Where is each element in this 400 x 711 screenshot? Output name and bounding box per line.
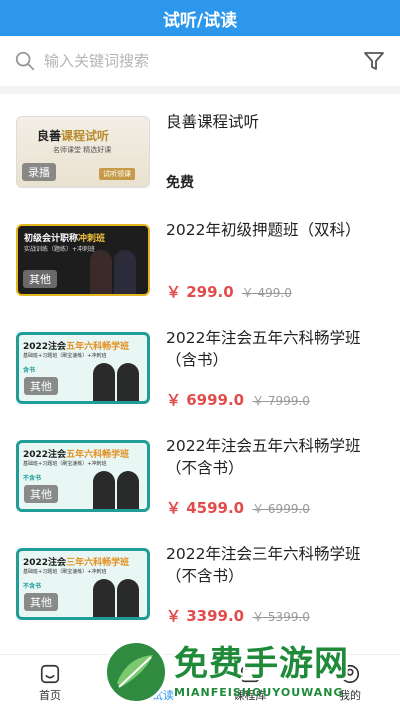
course-title: 良善课程试听: [166, 113, 260, 131]
course-thumbnail: 初级会计职称冲刺班 实战训练（题练）+冲刺班 其他: [16, 224, 150, 296]
page-title: 试听/试读: [162, 10, 238, 31]
course-item[interactable]: 2022注会五年六科畅学班 基础班+习题班（刷宝速练）+冲刺班 不含书 其他 2…: [0, 426, 400, 534]
price-row: ￥ 4599.0 ￥ 6999.0: [166, 497, 310, 518]
course-thumbnail: 良善课程试听 名师课堂 精选好课 试听领课 录播: [16, 116, 150, 188]
page-header: 试听/试读: [0, 0, 400, 36]
book-icon: [141, 664, 159, 684]
home-icon: [40, 664, 60, 684]
bottom-nav: 首页 试听/试读 课程库 我的: [0, 654, 400, 711]
library-icon: [240, 665, 260, 683]
thumb-headline: 良善课程试听: [37, 129, 110, 143]
current-price: ￥ 4599.0: [166, 499, 245, 517]
current-price: ￥ 299.0: [166, 283, 234, 301]
course-thumbnail: 2022注会三年六科畅学班 基础班+习题班（刷宝速练）+冲刺班 不含书 其他: [16, 548, 150, 620]
original-price: ￥ 5399.0: [252, 610, 310, 624]
thumb-headline: 2022注会五年六科畅学班: [23, 342, 130, 352]
course-title: 2022年初级押题班（双科）: [166, 221, 361, 239]
nav-label: 课程库: [233, 689, 267, 702]
nav-item-library[interactable]: 课程库: [200, 655, 300, 711]
course-thumbnail: 2022注会五年六科畅学班 基础班+习题班（刷宝速练）+冲刺班 含书 其他: [16, 332, 150, 404]
thumb-button: 试听领课: [99, 168, 135, 180]
teacher-photo: [93, 363, 115, 401]
original-price: ￥ 7999.0: [252, 394, 310, 408]
course-type-tag: 其他: [24, 485, 58, 503]
user-icon: [340, 664, 360, 684]
teacher-photo: [93, 471, 115, 509]
thumb-headline: 2022注会三年六科畅学班: [23, 558, 130, 568]
thumb-subtitle: 名师课堂 精选好课: [53, 146, 112, 154]
price-row: ￥ 3399.0 ￥ 5399.0: [166, 605, 310, 626]
course-item[interactable]: 良善课程试听 名师课堂 精选好课 试听领课 录播 良善课程试听 免费: [0, 102, 400, 210]
nav-label: 试听/试读: [126, 689, 174, 702]
teacher-photo: [117, 363, 139, 401]
filter-icon[interactable]: [362, 49, 386, 73]
teacher-photo: [114, 250, 136, 294]
thumb-variant: 不含书: [23, 583, 42, 590]
thumb-subtitle: 基础班+习题班（刷宝速练）+冲刺班: [23, 461, 107, 467]
nav-label: 首页: [39, 689, 61, 702]
course-type-tag: 其他: [24, 593, 58, 611]
current-price: ￥ 3399.0: [166, 607, 245, 625]
course-thumbnail: 2022注会五年六科畅学班 基础班+习题班（刷宝速练）+冲刺班 不含书 其他: [16, 440, 150, 512]
course-list: 良善课程试听 名师课堂 精选好课 试听领课 录播 良善课程试听 免费 初级会计职…: [0, 102, 400, 654]
course-item[interactable]: 2022注会三年六科畅学班 基础班+习题班（刷宝速练）+冲刺班 不含书 其他 2…: [0, 534, 400, 642]
course-title: 2022年注会五年六科畅学班（不含书）: [166, 437, 361, 477]
nav-label: 我的: [339, 689, 361, 702]
course-item[interactable]: 初级会计职称冲刺班 实战训练（题练）+冲刺班 其他 2022年初级押题班（双科）…: [0, 210, 400, 318]
thumb-subtitle: 基础班+习题班（刷宝速练）+冲刺班: [23, 353, 107, 359]
original-price: ￥ 6999.0: [252, 502, 310, 516]
price-row: ￥ 6999.0 ￥ 7999.0: [166, 389, 310, 410]
course-type-tag: 其他: [23, 270, 57, 288]
course-type-tag: 其他: [24, 377, 58, 395]
current-price: ￥ 6999.0: [166, 391, 245, 409]
price-row: ￥ 299.0 ￥ 499.0: [166, 281, 292, 302]
nav-item-mine[interactable]: 我的: [300, 655, 400, 711]
course-item[interactable]: 2022注会五年六科畅学班 基础班+习题班（刷宝速练）+冲刺班 含书 其他 20…: [0, 318, 400, 426]
nav-item-home[interactable]: 首页: [0, 655, 100, 711]
search-icon: [15, 51, 35, 71]
course-title: 2022年注会五年六科畅学班（含书）: [166, 329, 361, 369]
original-price: ￥ 499.0: [241, 286, 292, 300]
teacher-photo: [90, 250, 112, 294]
teacher-photo: [117, 471, 139, 509]
thumb-headline: 初级会计职称冲刺班: [24, 234, 106, 244]
thumb-subtitle: 基础班+习题班（刷宝速练）+冲刺班: [23, 569, 107, 575]
course-type-tag: 录播: [22, 163, 56, 181]
teacher-photo: [93, 579, 115, 617]
thumb-subtitle: 实战训练（题练）+冲刺班: [24, 246, 96, 253]
search-bar: [0, 36, 400, 94]
teacher-photo: [117, 579, 139, 617]
nav-item-trial[interactable]: 试听/试读: [100, 655, 200, 711]
thumb-variant: 含书: [23, 367, 36, 374]
course-price: 免费: [166, 175, 194, 191]
course-title: 2022年注会三年六科畅学班（不含书）: [166, 545, 361, 585]
search-input[interactable]: [44, 52, 356, 70]
thumb-headline: 2022注会五年六科畅学班: [23, 450, 130, 460]
thumb-variant: 不含书: [23, 475, 42, 482]
